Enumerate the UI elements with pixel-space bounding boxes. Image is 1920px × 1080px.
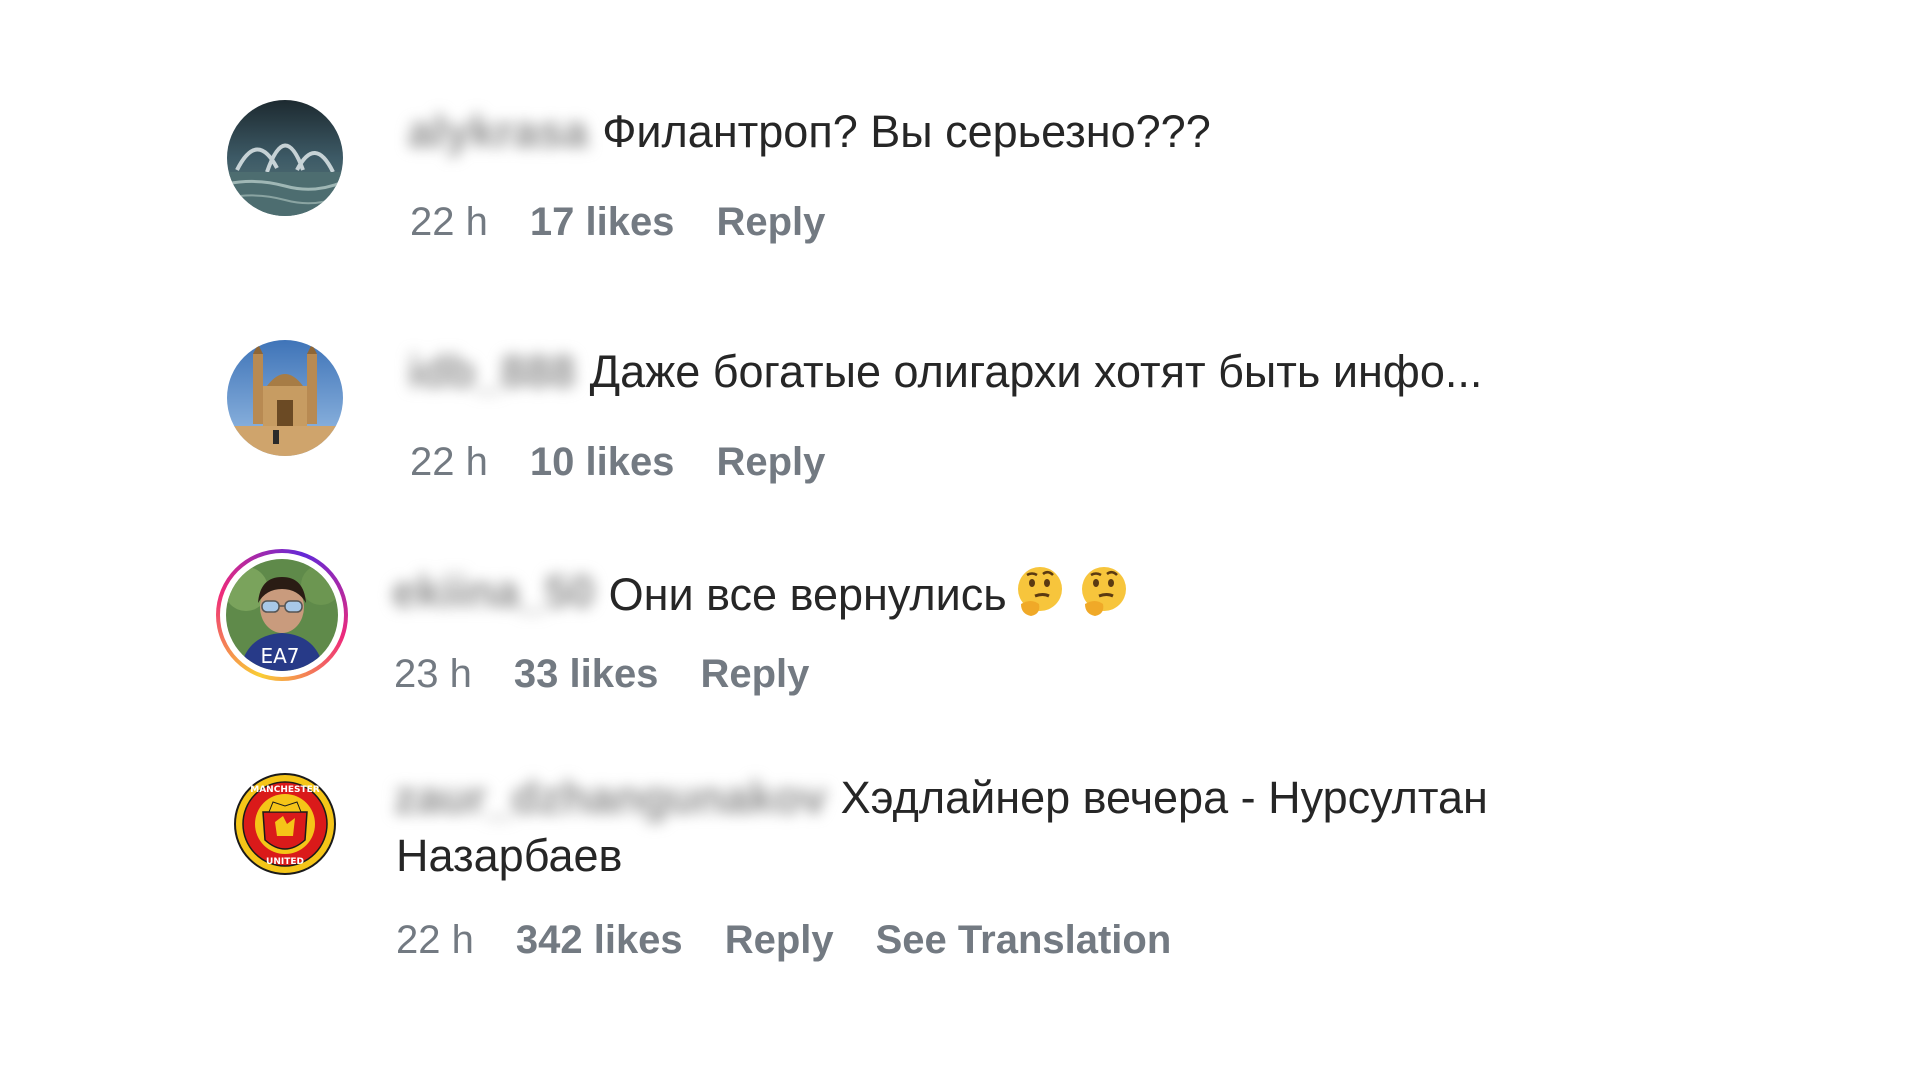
avatar[interactable]: EA7 bbox=[226, 559, 338, 671]
avatar-shirt-text: EA7 bbox=[260, 644, 299, 668]
reply-button[interactable]: Reply bbox=[725, 916, 834, 964]
avatar[interactable] bbox=[227, 340, 343, 456]
comment-text: Они все вернулись bbox=[608, 569, 1007, 620]
comment-text-line: alykrasa Филантроп? Вы серьезно??? bbox=[408, 104, 1211, 160]
comment-meta: 22 h 10 likes Reply bbox=[410, 438, 867, 486]
thinking-face-icon bbox=[1017, 567, 1062, 616]
comment-text-line: idb_888 Даже богатые олигархи хотят быть … bbox=[408, 344, 1482, 400]
comment-time: 22 h bbox=[396, 918, 474, 962]
comment-meta: 22 h 17 likes Reply bbox=[410, 198, 867, 246]
comment-likes[interactable]: 10 likes bbox=[530, 438, 675, 486]
comment-time: 23 h bbox=[394, 652, 472, 696]
comment-text: Филантроп? Вы серьезно??? bbox=[602, 106, 1211, 157]
comment-text: Хэдлайнер вечера - Нурсултан bbox=[840, 772, 1488, 823]
comment-time: 22 h bbox=[410, 440, 488, 484]
reply-button[interactable]: Reply bbox=[700, 650, 809, 698]
comment-text-line: zaur_dzhangunakov Хэдлайнер вечера - Нурс… bbox=[394, 770, 1488, 826]
reply-button[interactable]: Reply bbox=[716, 198, 825, 246]
story-ring[interactable]: EA7 bbox=[216, 549, 348, 681]
comment-username[interactable]: zaur_dzhangunakov bbox=[394, 770, 827, 826]
comment-text-line: ekiina_50 Они все вернулись bbox=[392, 564, 1141, 623]
comment-likes[interactable]: 17 likes bbox=[530, 198, 675, 246]
comment-meta: 22 h 342 likes Reply See Translation bbox=[396, 916, 1213, 964]
comments-list: alykrasa Филантроп? Вы серьезно??? 22 h 17… bbox=[0, 0, 1920, 1080]
avatar[interactable] bbox=[227, 100, 343, 216]
fountain-photo-avatar bbox=[227, 100, 343, 216]
comment-text-line-2: Назарбаев bbox=[396, 828, 622, 884]
see-translation-button[interactable]: See Translation bbox=[876, 916, 1172, 964]
comment-username[interactable]: ekiina_50 bbox=[392, 564, 595, 620]
comment-text: Даже богатые олигархи хотят быть инфо... bbox=[589, 346, 1483, 397]
comment-time: 22 h bbox=[410, 200, 488, 244]
crest-top-text: MANCHESTER bbox=[250, 785, 320, 795]
manchester-united-crest-icon: MANCHESTER UNITED bbox=[231, 770, 339, 878]
comment-username[interactable]: alykrasa bbox=[408, 104, 588, 160]
comment-text-continued: Назарбаев bbox=[396, 830, 623, 881]
person-photo-avatar: EA7 bbox=[226, 559, 338, 671]
comment-likes[interactable]: 33 likes bbox=[514, 650, 659, 698]
crest-bottom-text: UNITED bbox=[266, 857, 304, 867]
mosque-photo-avatar bbox=[227, 340, 343, 456]
reply-button[interactable]: Reply bbox=[716, 438, 825, 486]
comment-likes[interactable]: 342 likes bbox=[516, 916, 683, 964]
avatar[interactable]: MANCHESTER UNITED bbox=[227, 766, 343, 882]
comment-username[interactable]: idb_888 bbox=[408, 344, 576, 400]
thinking-face-icon bbox=[1081, 567, 1126, 616]
comment-meta: 23 h 33 likes Reply bbox=[394, 650, 851, 698]
